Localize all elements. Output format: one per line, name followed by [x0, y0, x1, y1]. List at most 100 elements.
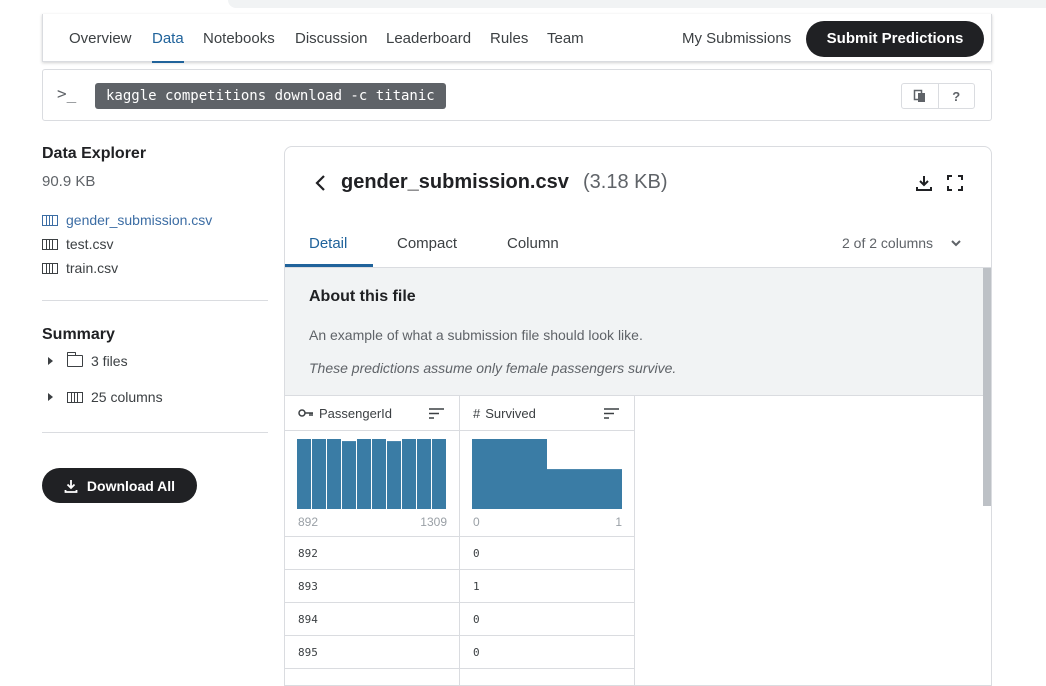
- tab-rules[interactable]: Rules: [490, 30, 528, 47]
- download-icon: [64, 479, 78, 493]
- tab-data[interactable]: Data: [152, 30, 184, 63]
- api-command[interactable]: kaggle competitions download -c titanic: [95, 83, 446, 109]
- histogram-min: 0: [473, 515, 480, 529]
- summary-columns-label: 25 columns: [91, 389, 163, 405]
- histogram-bar: [472, 439, 547, 509]
- histogram-bar: [432, 439, 446, 509]
- table-cell: 1: [460, 570, 634, 603]
- file-list: gender_submission.csv test.csv train.csv: [42, 208, 268, 280]
- terminal-icon: >_: [57, 84, 77, 103]
- tab-column[interactable]: Column: [507, 235, 559, 252]
- table-cell: 894: [285, 603, 459, 636]
- column-passengerid: PassengerId 892 1309 892 893 894 895: [285, 396, 460, 685]
- data-explorer-sidebar: Data Explorer 90.9 KB gender_submission.…: [42, 145, 268, 503]
- table-icon: [42, 214, 58, 226]
- summary-files-row[interactable]: 3 files: [42, 349, 268, 373]
- table-cell: 893: [285, 570, 459, 603]
- table-icon: [67, 391, 83, 403]
- file-preview-panel: gender_submission.csv (3.18 KB) Detail C…: [284, 146, 992, 686]
- data-explorer-title: Data Explorer: [42, 145, 147, 162]
- file-item-gender-submission[interactable]: gender_submission.csv: [42, 208, 268, 232]
- download-all-label: Download All: [86, 477, 176, 494]
- file-description: An example of what a submission file sho…: [309, 327, 643, 343]
- column-count-label: 2 of 2 columns: [842, 235, 934, 251]
- histogram-max: 1309: [420, 515, 447, 529]
- column-histogram: 892 1309: [285, 431, 459, 537]
- download-icon[interactable]: [915, 174, 933, 192]
- histogram-chart: [297, 439, 446, 509]
- histogram-bar: [417, 439, 431, 509]
- hash-icon: #: [473, 405, 481, 421]
- tab-discussion[interactable]: Discussion: [295, 30, 368, 47]
- histogram-bar: [547, 469, 622, 509]
- column-count-dropdown[interactable]: 2 of 2 columns: [842, 235, 961, 251]
- histogram-bar: [312, 439, 326, 509]
- column-survived: # Survived 0 1 0 1 0 0: [460, 396, 635, 685]
- file-item-label: gender_submission.csv: [66, 212, 213, 228]
- sidebar-divider: [42, 432, 268, 433]
- table-cell: 0: [460, 537, 634, 570]
- about-title: About this file: [309, 288, 416, 305]
- view-tabs: Detail Compact Column 2 of 2 columns: [285, 219, 991, 268]
- scrollbar[interactable]: [983, 268, 991, 506]
- column-histogram: 0 1: [460, 431, 634, 537]
- help-button[interactable]: ?: [937, 84, 975, 108]
- tab-detail[interactable]: Detail: [309, 235, 347, 252]
- about-file-section: About this file An example of what a sub…: [285, 268, 983, 396]
- download-all-button[interactable]: Download All: [42, 468, 197, 503]
- tab-leaderboard[interactable]: Leaderboard: [386, 30, 471, 47]
- histogram-bar: [327, 439, 341, 509]
- summary-columns-row[interactable]: 25 columns: [42, 385, 268, 409]
- file-name: gender_submission.csv: [341, 171, 569, 193]
- tab-overview[interactable]: Overview: [69, 30, 132, 47]
- file-item-label: train.csv: [66, 260, 119, 276]
- copy-button[interactable]: [902, 84, 938, 108]
- table-cell: 0: [460, 603, 634, 636]
- table-cell: 892: [285, 537, 459, 570]
- file-note: These predictions assume only female pas…: [309, 360, 677, 376]
- histogram-max: 1: [615, 515, 622, 529]
- table-cell: 895: [285, 636, 459, 669]
- file-size: (3.18 KB): [583, 171, 668, 193]
- key-icon: [298, 409, 313, 417]
- active-tab-indicator: [285, 264, 373, 267]
- chevron-down-icon: [951, 240, 961, 247]
- browser-top-strip: [228, 0, 1046, 8]
- tab-team[interactable]: Team: [547, 30, 584, 47]
- table-icon: [42, 262, 58, 274]
- caret-right-icon: [48, 393, 53, 401]
- file-item-label: test.csv: [66, 236, 114, 252]
- file-item-test[interactable]: test.csv: [42, 232, 268, 256]
- folder-icon: [66, 352, 83, 367]
- histogram-bar: [402, 439, 416, 509]
- tab-compact[interactable]: Compact: [397, 235, 457, 252]
- sidebar-divider: [42, 300, 268, 301]
- tab-notebooks[interactable]: Notebooks: [203, 30, 275, 47]
- histogram-min: 892: [298, 515, 319, 529]
- histogram-bar: [342, 441, 356, 509]
- column-header[interactable]: # Survived: [460, 396, 634, 431]
- api-actions: ?: [901, 83, 975, 109]
- competition-nav: Overview Data Notebooks Discussion Leade…: [42, 14, 992, 63]
- copy-icon: [913, 89, 925, 102]
- column-name: Survived: [485, 405, 536, 421]
- api-command-bar: >_ kaggle competitions download -c titan…: [42, 69, 992, 121]
- fullscreen-icon[interactable]: [947, 175, 963, 191]
- sort-icon[interactable]: [429, 408, 444, 419]
- data-explorer-size: 90.9 KB: [42, 173, 96, 190]
- file-item-train[interactable]: train.csv: [42, 256, 268, 280]
- sort-icon[interactable]: [604, 408, 619, 419]
- table-icon: [42, 238, 58, 250]
- histogram-bar: [297, 439, 311, 509]
- histogram-bar: [387, 441, 401, 509]
- column-header[interactable]: PassengerId: [285, 396, 459, 431]
- my-submissions-link[interactable]: My Submissions: [682, 30, 791, 47]
- table-cell: 0: [460, 636, 634, 669]
- summary-title: Summary: [42, 326, 115, 343]
- histogram-bar: [372, 439, 386, 509]
- submit-predictions-button[interactable]: Submit Predictions: [806, 21, 984, 57]
- summary-files-label: 3 files: [91, 353, 128, 369]
- histogram-chart: [472, 439, 622, 509]
- back-arrow-icon[interactable]: [313, 173, 327, 193]
- column-name: PassengerId: [319, 405, 392, 421]
